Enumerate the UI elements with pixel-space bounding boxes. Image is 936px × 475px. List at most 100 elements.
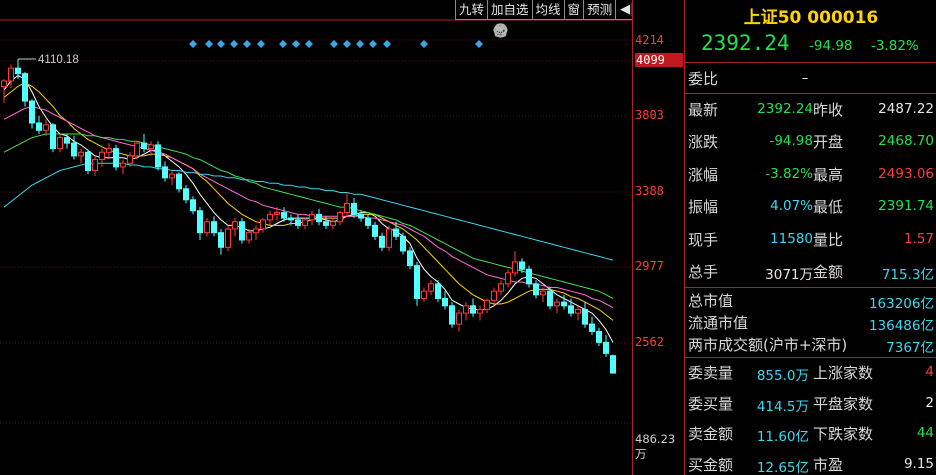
market-label: 流通市值 [688, 314, 749, 332]
stat-value: 4 [925, 364, 934, 380]
candle-body [85, 151, 91, 172]
market-label: 两市成交额(沪市+深市) [688, 336, 848, 354]
candle-body [29, 100, 35, 124]
candle-body [134, 142, 140, 157]
candle-body [428, 283, 434, 292]
quote-value: -94.98 [769, 133, 813, 150]
candle-body [547, 290, 553, 307]
candle-body [456, 312, 462, 325]
candle-body [8, 67, 14, 82]
candle-body [400, 235, 406, 252]
candle-body [302, 219, 308, 226]
undo-icon[interactable] [495, 22, 546, 38]
quote-panel: 上证50 000016 2392.24 -94.98 -3.82% 委比 – 最… [684, 0, 936, 475]
quote-label: 最高 [813, 165, 844, 184]
candle-body [554, 301, 560, 307]
scissors-icon[interactable] [494, 22, 565, 38]
candle-body [421, 290, 427, 299]
divider [685, 287, 936, 288]
index-change-percent: -3.82% [871, 38, 919, 54]
candle-body [120, 162, 126, 168]
candle-body [442, 297, 448, 307]
candle-body [211, 221, 217, 234]
quote-value: 11580 [770, 230, 813, 247]
quote-value: 715.3亿 [881, 267, 934, 283]
quote-value: -3.82% [765, 165, 813, 182]
moving-average-button[interactable]: 均线 [531, 0, 565, 20]
zoom-in-icon[interactable] [493, 22, 603, 38]
candle-body [393, 228, 399, 237]
quote-value: 2392.24 [757, 101, 813, 117]
collapse-panel-icon[interactable]: ◀| [615, 0, 632, 20]
lock-icon[interactable] [495, 22, 584, 38]
candle-body [113, 148, 119, 168]
stat-value: 12.65亿 [756, 459, 809, 475]
divider [685, 62, 936, 63]
index-change: -94.98 [809, 38, 853, 54]
candle-body [253, 228, 259, 234]
weibi-label: 委比 [688, 70, 719, 88]
signal-diamond-icon [189, 40, 197, 48]
candle-body [372, 224, 378, 237]
stat-label: 卖金额 [688, 425, 734, 443]
candle-body [204, 221, 210, 234]
add-favorite-button[interactable]: 加自选 [487, 0, 533, 20]
forecast-button[interactable]: 预测 [583, 0, 617, 20]
candle-body [225, 228, 231, 248]
candle-body [183, 188, 189, 201]
candle-body [610, 355, 616, 374]
candle-body [78, 151, 84, 157]
candle-body [141, 142, 147, 150]
candle-body [526, 268, 532, 285]
candle-body [148, 144, 154, 150]
candle-body [575, 308, 581, 314]
candle-body [470, 305, 476, 314]
quote-value: 3071万 [765, 267, 813, 283]
candle-body [197, 210, 203, 234]
jiuzhuan-button[interactable]: 九转 [455, 0, 489, 20]
candle-body [323, 221, 329, 226]
candle-body [330, 221, 336, 226]
candle-body [316, 213, 322, 223]
candle-body [295, 219, 301, 226]
candle-body [358, 213, 364, 219]
candlestick-chart[interactable]: 4110.18 九转 加自选 均线 窗 预测 ◀| [0, 0, 632, 475]
candle-body [344, 202, 350, 214]
candle-body [407, 250, 413, 267]
candle-body [540, 290, 546, 296]
zoom-out-icon[interactable] [493, 22, 622, 38]
candle-body [232, 221, 238, 230]
stat-label: 委卖量 [688, 364, 734, 382]
signal-diamond-icon [257, 40, 265, 48]
market-value: 163206亿 [868, 296, 934, 312]
signal-diamond-icon [305, 40, 313, 48]
candle-body [92, 159, 98, 172]
stat-label: 平盘家数 [813, 394, 874, 413]
moving-average-line [3, 105, 614, 309]
candle-body [484, 299, 490, 310]
stat-label: 市盈 [813, 455, 844, 474]
divider [685, 357, 936, 358]
candle-body [512, 261, 518, 274]
candle-body [449, 305, 455, 325]
stat-value: 414.5万 [756, 398, 809, 415]
candle-body [15, 67, 21, 75]
candle-body [22, 73, 28, 102]
candle-body [155, 144, 161, 168]
price-tick: 2562 [635, 335, 664, 349]
signal-diamond-icon [330, 40, 338, 48]
candle-body [365, 217, 371, 226]
hand-icon[interactable] [494, 22, 527, 38]
stat-value: 855.0万 [756, 368, 809, 384]
chart-canvas[interactable]: 4110.18 [0, 0, 632, 475]
candle-body [477, 308, 483, 314]
window-button[interactable]: 窗 [563, 0, 585, 20]
signal-diamond-icon [475, 40, 483, 48]
candle-body [568, 305, 574, 314]
candle-body [435, 283, 441, 299]
stat-value: 9.15 [903, 455, 934, 472]
candle-body [288, 217, 294, 221]
candle-body [36, 122, 42, 131]
candle-body [596, 330, 602, 343]
stat-value: 2 [925, 394, 934, 411]
